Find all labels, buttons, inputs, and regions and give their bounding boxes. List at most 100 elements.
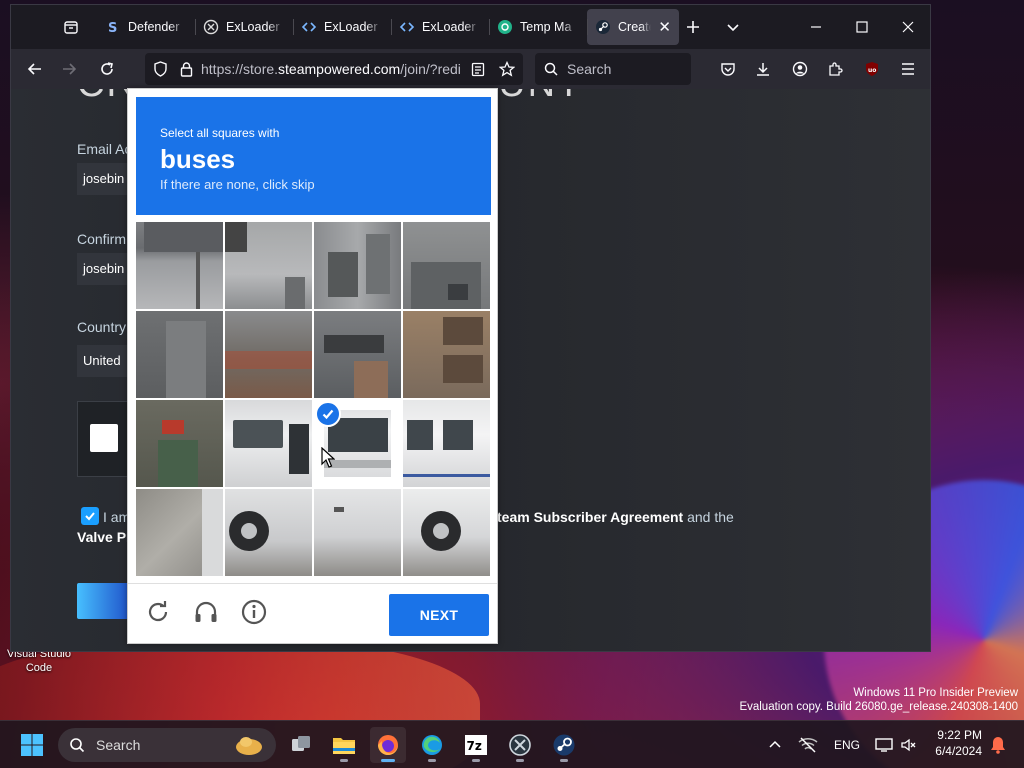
- firefox-view-icon[interactable]: [53, 9, 89, 45]
- taskbar-search-label: Search: [96, 737, 141, 753]
- input-language[interactable]: ENG: [834, 738, 860, 752]
- ublock-origin-icon[interactable]: uo: [854, 53, 890, 85]
- tab-title: Temp Ma: [520, 20, 572, 34]
- recaptcha-image-grid: [136, 222, 491, 576]
- url-text: https://store.steampowered.com/join/?red…: [201, 61, 463, 77]
- tab-exloader-3[interactable]: ExLoader: [391, 9, 489, 45]
- clock[interactable]: 9:22 PM 6/4/2024: [926, 728, 982, 758]
- close-tab-icon[interactable]: ✕: [658, 18, 671, 36]
- info-icon[interactable]: [240, 598, 268, 626]
- close-window-icon[interactable]: [885, 5, 931, 49]
- captcha-tile[interactable]: [314, 222, 401, 309]
- search-icon: [535, 62, 567, 76]
- agree-text-mid: and the: [683, 509, 734, 525]
- notification-bell-icon[interactable]: [980, 727, 1016, 763]
- country-label: Country: [77, 319, 127, 335]
- tracking-shield-icon[interactable]: [145, 61, 175, 77]
- audio-challenge-icon[interactable]: [192, 598, 220, 626]
- account-icon[interactable]: [782, 53, 818, 85]
- code-brackets-icon: [301, 19, 317, 35]
- watermark-line1: Windows 11 Pro Insider Preview: [853, 687, 1018, 699]
- subscriber-agreement-link[interactable]: team Subscriber Agreement: [497, 509, 683, 525]
- captcha-tile[interactable]: [136, 400, 223, 487]
- tab-title: ExLoader: [226, 20, 280, 34]
- lock-icon[interactable]: [175, 61, 197, 77]
- captcha-tile[interactable]: [225, 400, 312, 487]
- url-domain: steampowered.com: [278, 61, 401, 77]
- tab-strip: S Defender ExLoader ExLoader ExLoader Te…: [97, 9, 679, 45]
- captcha-tile[interactable]: [403, 400, 490, 487]
- list-all-tabs-icon[interactable]: [715, 9, 751, 45]
- svg-text:uo: uo: [868, 67, 876, 74]
- steam-taskbar-icon[interactable]: [546, 727, 582, 763]
- defender-s-icon: S: [105, 19, 121, 35]
- tab-title: Create: [618, 20, 651, 34]
- reload-icon[interactable]: [89, 53, 125, 85]
- grid-divider: [136, 309, 491, 311]
- steam-icon: [595, 19, 611, 35]
- reload-challenge-icon[interactable]: [144, 598, 172, 626]
- captcha-tile[interactable]: [403, 489, 490, 576]
- tab-exloader-1[interactable]: ExLoader: [195, 9, 293, 45]
- exloader-taskbar-icon[interactable]: [502, 727, 538, 763]
- reader-view-icon[interactable]: [463, 62, 493, 77]
- taskbar-search-box[interactable]: Search: [58, 728, 276, 762]
- minimize-icon[interactable]: [793, 5, 839, 49]
- show-hidden-icons-chevron[interactable]: [757, 727, 793, 763]
- search-highlight-icon: [234, 734, 264, 759]
- back-icon[interactable]: [17, 53, 53, 85]
- recaptcha-checkbox[interactable]: [90, 424, 118, 452]
- tab-title: ExLoader: [422, 20, 476, 34]
- edge-icon[interactable]: [414, 727, 450, 763]
- agree-checkbox[interactable]: [81, 507, 99, 525]
- tab-title: ExLoader: [324, 20, 378, 34]
- clock-time: 9:22 PM: [937, 728, 982, 742]
- maximize-icon[interactable]: [839, 5, 885, 49]
- confirm-email-label: Confirm: [77, 231, 127, 247]
- firefox-taskbar-icon[interactable]: [370, 727, 406, 763]
- captcha-tile[interactable]: [225, 311, 312, 398]
- file-explorer-icon[interactable]: [326, 727, 362, 763]
- tab-title: Defender: [128, 20, 180, 34]
- volume-muted-icon[interactable]: [890, 727, 926, 763]
- agree-text-links: team Subscriber Agreement and the: [497, 509, 734, 525]
- svg-text:7z: 7z: [467, 739, 482, 753]
- recaptcha-footer: NEXT: [128, 583, 497, 643]
- address-bar[interactable]: https://store.steampowered.com/join/?red…: [145, 53, 523, 85]
- watermark-line2: Evaluation copy. Build 26080.ge_release.…: [739, 701, 1018, 713]
- windows-start-icon[interactable]: [14, 727, 50, 763]
- search-bar[interactable]: Search: [535, 53, 691, 85]
- recaptcha-header: Select all squares with buses If there a…: [136, 97, 491, 215]
- downloads-icon[interactable]: [745, 53, 781, 85]
- captcha-tile[interactable]: [225, 222, 312, 309]
- captcha-tile[interactable]: [403, 222, 490, 309]
- task-view-icon[interactable]: [283, 727, 319, 763]
- captcha-tile[interactable]: [136, 489, 223, 576]
- captcha-tile[interactable]: [136, 222, 223, 309]
- captcha-tile[interactable]: [314, 311, 401, 398]
- tile-selected-check-icon: [315, 401, 341, 427]
- tab-create-steam[interactable]: Create ✕: [587, 9, 679, 45]
- hamburger-menu-icon[interactable]: [890, 53, 926, 85]
- pocket-icon[interactable]: [710, 53, 746, 85]
- captcha-tile[interactable]: [225, 489, 312, 576]
- taskbar-search-icon: [58, 737, 96, 753]
- captcha-tile[interactable]: [403, 311, 490, 398]
- forward-icon[interactable]: [51, 53, 87, 85]
- tab-temp-mail[interactable]: Temp Ma: [489, 9, 587, 45]
- network-disconnected-icon[interactable]: [790, 727, 826, 763]
- 7zip-icon[interactable]: 7z: [458, 727, 494, 763]
- tab-bar: S Defender ExLoader ExLoader ExLoader Te…: [11, 5, 930, 49]
- next-button[interactable]: NEXT: [389, 594, 489, 636]
- captcha-tile[interactable]: [136, 311, 223, 398]
- bookmark-star-icon[interactable]: [493, 61, 521, 77]
- navigation-toolbar: https://store.steampowered.com/join/?red…: [11, 49, 930, 89]
- new-tab-icon[interactable]: [675, 9, 711, 45]
- tab-defender[interactable]: S Defender: [97, 9, 195, 45]
- search-placeholder: Search: [567, 61, 612, 77]
- captcha-tile[interactable]: [314, 489, 401, 576]
- email-label: Email Ac: [77, 141, 132, 157]
- extensions-puzzle-icon[interactable]: [817, 53, 853, 85]
- tab-exloader-2[interactable]: ExLoader: [293, 9, 391, 45]
- privacy-policy-link[interactable]: Valve Pr: [77, 529, 132, 545]
